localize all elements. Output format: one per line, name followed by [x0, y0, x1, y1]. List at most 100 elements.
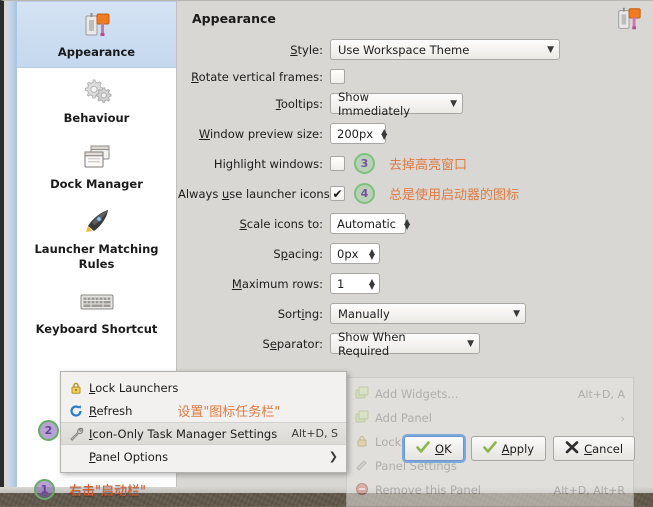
- apply-check-icon: [482, 440, 497, 457]
- always-use-launcher-icons-label: Always use launcher icons:: [178, 186, 334, 201]
- tooltips-value: Show Immediately: [338, 89, 410, 118]
- page-title: Appearance: [192, 11, 276, 26]
- bg-menu-item-add-panel: Add Panel ›: [347, 406, 633, 430]
- separator-value: Show When Required: [338, 329, 406, 358]
- form-row-spacing: Spacing: 0px ▲ ▼: [178, 243, 653, 264]
- cancel-x-icon: [565, 440, 579, 457]
- bg-menu-item-shortcut: Alt+D, A: [577, 387, 625, 401]
- annotation-marker-2-wrap: 2: [38, 420, 59, 441]
- spinner-arrows-icon[interactable]: ▲ ▼: [381, 127, 387, 140]
- form-row-sorting: Sorting: Manually ▼: [178, 303, 653, 324]
- ok-check-icon: [416, 440, 430, 457]
- context-menu-item-label: Refresh: [89, 403, 133, 418]
- keyboard-icon: [21, 285, 172, 319]
- sidebar-item-appearance[interactable]: Appearance: [17, 1, 176, 69]
- window-preview-size-spinbox[interactable]: 200px ▲ ▼: [330, 123, 387, 144]
- annotation-marker-4: 4: [354, 183, 375, 204]
- sorting-combobox[interactable]: Manually ▼: [330, 303, 526, 324]
- window-scrollbar[interactable]: [8, 1, 17, 488]
- maximum-rows-spinbox[interactable]: 1 ▲ ▼: [330, 273, 380, 294]
- form-row-tooltips: Tooltips: Show Immediately ▼: [178, 90, 653, 118]
- window-preview-size-label: Window preview size:: [198, 126, 323, 141]
- form-row-always-use-launcher-icons: Always use launcher icons: ✔ 4 总是使用启动器的图…: [178, 183, 653, 204]
- context-menu-item-panel-options[interactable]: Panel Options ❯: [61, 445, 346, 468]
- spinner-arrows-icon[interactable]: ▲ ▼: [404, 217, 410, 230]
- separator-combobox[interactable]: Show When Required ▼: [330, 330, 480, 358]
- apply-button-label: Apply: [501, 441, 535, 456]
- sidebar-item-behaviour[interactable]: Behaviour: [17, 68, 176, 133]
- appearance-theme-icon: [21, 8, 172, 42]
- rotate-vertical-frames-checkbox[interactable]: [330, 69, 345, 84]
- apply-button[interactable]: Apply: [470, 436, 547, 461]
- refresh-icon: [69, 404, 89, 418]
- add-widget-icon: [355, 386, 375, 403]
- desktop-annotation: 1 右击"启动栏": [34, 479, 146, 500]
- maximum-rows-label: Maximum rows:: [231, 276, 323, 291]
- spinner-arrows-icon[interactable]: ▲ ▼: [369, 247, 375, 260]
- context-menu-item-label: Icon-Only Task Manager Settings: [89, 426, 278, 441]
- context-menu-item-lock-launchers[interactable]: Lock Launchers: [61, 376, 346, 399]
- form-row-style: Style: Use Workspace Theme ▼: [178, 39, 653, 60]
- maximum-rows-value: 1: [337, 276, 345, 291]
- tooltips-combobox[interactable]: Show Immediately ▼: [330, 90, 463, 118]
- padlock-icon: [69, 381, 89, 395]
- scale-icons-to-spinbox[interactable]: Automatic ▲ ▼: [330, 213, 410, 234]
- annotation-note-refresh: 设置"图标任务栏": [177, 405, 281, 420]
- add-panel-icon: [355, 410, 375, 427]
- annotation-note-4: 总是使用启动器的图标: [389, 188, 520, 203]
- annotation-marker-2: 2: [38, 420, 59, 441]
- chevron-down-icon: ▼: [450, 98, 457, 109]
- sidebar-item-keyboard-shortcut[interactable]: Keyboard Shortcut: [17, 279, 176, 344]
- highlight-windows-checkbox[interactable]: [330, 156, 345, 171]
- submenu-arrow-icon: ❯: [328, 450, 338, 463]
- style-combobox[interactable]: Use Workspace Theme ▼: [330, 39, 560, 60]
- sidebar-item-label: Keyboard Shortcut: [35, 321, 158, 336]
- always-use-launcher-icons-checkbox[interactable]: ✔: [330, 186, 345, 201]
- context-menu-item-icon-only-task-manager-settings[interactable]: Icon-Only Task Manager Settings Alt+D, S: [61, 422, 346, 445]
- spinner-arrows-icon[interactable]: ▲ ▼: [369, 277, 375, 290]
- rocket-icon: [21, 205, 172, 239]
- tooltips-label: Tooltips:: [275, 96, 323, 111]
- form-row-scale-icons-to: Scale icons to: Automatic ▲ ▼: [178, 213, 653, 234]
- appearance-theme-icon: [615, 5, 643, 36]
- sidebar-item-label: Appearance: [57, 45, 136, 59]
- chevron-down-icon: ▼: [467, 338, 474, 349]
- panel-settings-icon: [355, 458, 375, 475]
- chevron-down-icon: ▼: [513, 308, 520, 319]
- spacing-label: Spacing:: [273, 246, 323, 261]
- windows-stack-icon: [21, 140, 172, 174]
- highlight-windows-label: Highlight windows:: [213, 156, 323, 171]
- chevron-down-icon: ▼: [547, 44, 554, 55]
- sidebar-item-label: Behaviour: [63, 111, 130, 126]
- form-row-highlight-windows: Highlight windows: 3 去掉高亮窗口: [178, 153, 653, 174]
- sidebar-item-dock-manager[interactable]: Dock Manager: [17, 134, 176, 199]
- form-row-separator: Separator: Show When Required ▼: [178, 330, 653, 358]
- context-menu-item-shortcut: Alt+D, S: [291, 427, 338, 440]
- cancel-button[interactable]: Cancel: [553, 436, 636, 461]
- style-value: Use Workspace Theme: [338, 42, 470, 57]
- submenu-arrow-icon: ›: [620, 411, 625, 425]
- bg-menu-item-label: Remove this Panel: [375, 483, 481, 497]
- sidebar-item-label: Launcher Matching Rules: [34, 242, 159, 271]
- spacing-spinbox[interactable]: 0px ▲ ▼: [330, 243, 380, 264]
- launcher-context-menu: Lock Launchers Refresh 设置"图标任务栏" Icon-On…: [60, 371, 347, 473]
- appearance-form: Style: Use Workspace Theme ▼ Rotate vert…: [178, 39, 653, 363]
- sidebar-item-launcher-matching-rules[interactable]: Launcher Matching Rules: [17, 199, 176, 279]
- form-row-rotate-vertical-frames: Rotate vertical frames:: [178, 69, 653, 84]
- sorting-value: Manually: [338, 306, 390, 321]
- checkmark-icon: ✔: [332, 186, 343, 201]
- ok-button[interactable]: OK: [404, 436, 464, 461]
- spacing-value: 0px: [337, 246, 359, 261]
- form-row-maximum-rows: Maximum rows: 1 ▲ ▼: [178, 273, 653, 294]
- bg-menu-item-shortcut: Alt+D, Alt+R: [553, 483, 625, 497]
- context-menu-item-label: Panel Options: [89, 449, 169, 464]
- sorting-label: Sorting:: [277, 306, 323, 321]
- annotation-note-1: 右击"启动栏": [69, 484, 146, 499]
- gears-icon: [21, 74, 172, 108]
- rotate-vertical-frames-label: Rotate vertical frames:: [191, 69, 323, 84]
- context-menu-item-refresh[interactable]: Refresh 设置"图标任务栏": [61, 399, 346, 422]
- scale-icons-to-label: Scale icons to:: [239, 216, 323, 231]
- bg-menu-item-label: Panel Settings: [375, 459, 457, 473]
- form-row-window-preview-size: Window preview size: 200px ▲ ▼: [178, 123, 653, 144]
- bg-menu-item-label: Add Widgets...: [375, 387, 459, 401]
